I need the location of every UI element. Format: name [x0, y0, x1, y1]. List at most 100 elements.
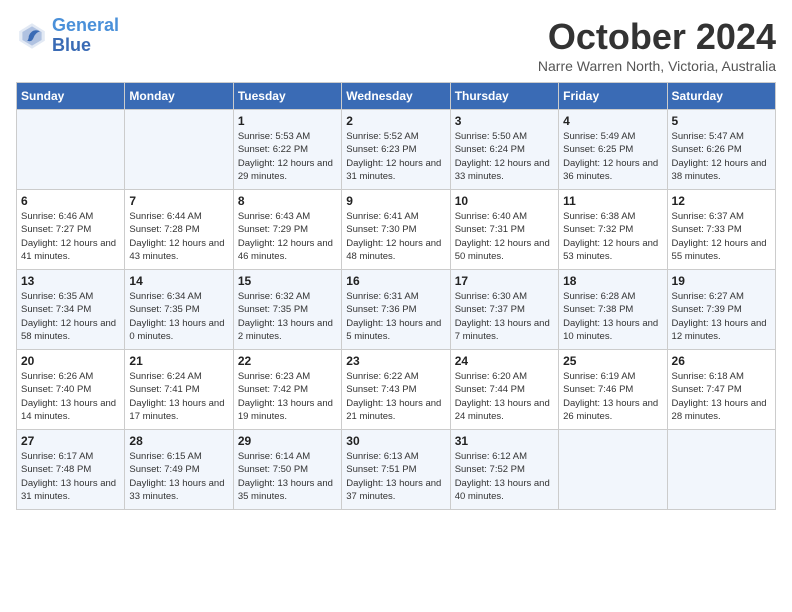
calendar-week-row: 1Sunrise: 5:53 AMSunset: 6:22 PMDaylight…	[17, 110, 776, 190]
header-row: SundayMondayTuesdayWednesdayThursdayFrid…	[17, 83, 776, 110]
day-detail: Sunrise: 5:52 AMSunset: 6:23 PMDaylight:…	[346, 130, 445, 183]
title-block: October 2024 Narre Warren North, Victori…	[538, 16, 776, 74]
day-number: 23	[346, 354, 445, 368]
day-number: 28	[129, 434, 228, 448]
day-detail: Sunrise: 6:44 AMSunset: 7:28 PMDaylight:…	[129, 210, 228, 263]
day-detail: Sunrise: 6:43 AMSunset: 7:29 PMDaylight:…	[238, 210, 337, 263]
calendar-cell: 20 Sunrise: 6:26 AMSunset: 7:40 PMDayligh…	[17, 350, 125, 430]
day-number: 18	[563, 274, 662, 288]
calendar-cell: 14 Sunrise: 6:34 AMSunset: 7:35 PMDayligh…	[125, 270, 233, 350]
day-number: 24	[455, 354, 554, 368]
calendar-cell: 16Sunrise: 6:31 AMSunset: 7:36 PMDayligh…	[342, 270, 450, 350]
header-day: Tuesday	[233, 83, 341, 110]
day-number: 27	[21, 434, 120, 448]
calendar-cell: 28 Sunrise: 6:15 AMSunset: 7:49 PMDayligh…	[125, 430, 233, 510]
day-detail: Sunrise: 6:27 AMSunset: 7:39 PMDaylight:…	[672, 290, 771, 343]
day-number: 31	[455, 434, 554, 448]
calendar-cell: 9 Sunrise: 6:41 AMSunset: 7:30 PMDaylight…	[342, 190, 450, 270]
header-day: Monday	[125, 83, 233, 110]
day-number: 11	[563, 194, 662, 208]
day-number: 25	[563, 354, 662, 368]
day-number: 7	[129, 194, 228, 208]
calendar-cell: 19 Sunrise: 6:27 AMSunset: 7:39 PMDayligh…	[667, 270, 775, 350]
day-detail: Sunrise: 6:26 AMSunset: 7:40 PMDaylight:…	[21, 370, 120, 423]
day-detail: Sunrise: 6:20 AMSunset: 7:44 PMDaylight:…	[455, 370, 554, 423]
calendar-cell: 15 Sunrise: 6:32 AMSunset: 7:35 PMDayligh…	[233, 270, 341, 350]
day-number: 8	[238, 194, 337, 208]
day-detail: Sunrise: 6:34 AMSunset: 7:35 PMDaylight:…	[129, 290, 228, 343]
day-detail: Sunrise: 5:47 AMSunset: 6:26 PMDaylight:…	[672, 130, 771, 183]
calendar-cell: 11 Sunrise: 6:38 AMSunset: 7:32 PMDayligh…	[559, 190, 667, 270]
day-detail: Sunrise: 6:40 AMSunset: 7:31 PMDaylight:…	[455, 210, 554, 263]
logo-icon	[16, 20, 48, 52]
calendar-cell: 22 Sunrise: 6:23 AMSunset: 7:42 PMDayligh…	[233, 350, 341, 430]
day-number: 13	[21, 274, 120, 288]
calendar-cell: 8 Sunrise: 6:43 AMSunset: 7:29 PMDaylight…	[233, 190, 341, 270]
header-day: Thursday	[450, 83, 558, 110]
day-number: 9	[346, 194, 445, 208]
day-number: 17	[455, 274, 554, 288]
calendar-week-row: 13 Sunrise: 6:35 AMSunset: 7:34 PMDayligh…	[17, 270, 776, 350]
day-detail: Sunrise: 6:24 AMSunset: 7:41 PMDaylight:…	[129, 370, 228, 423]
day-detail: Sunrise: 6:32 AMSunset: 7:35 PMDaylight:…	[238, 290, 337, 343]
day-detail: Sunrise: 6:35 AMSunset: 7:34 PMDaylight:…	[21, 290, 120, 343]
calendar-table: SundayMondayTuesdayWednesdayThursdayFrid…	[16, 82, 776, 510]
calendar-cell: 5 Sunrise: 5:47 AMSunset: 6:26 PMDaylight…	[667, 110, 775, 190]
calendar-cell: 13 Sunrise: 6:35 AMSunset: 7:34 PMDayligh…	[17, 270, 125, 350]
day-detail: Sunrise: 6:13 AMSunset: 7:51 PMDaylight:…	[346, 450, 445, 503]
calendar-cell: 3Sunrise: 5:50 AMSunset: 6:24 PMDaylight…	[450, 110, 558, 190]
day-detail: Sunrise: 6:17 AMSunset: 7:48 PMDaylight:…	[21, 450, 120, 503]
calendar-week-row: 20 Sunrise: 6:26 AMSunset: 7:40 PMDayligh…	[17, 350, 776, 430]
day-detail: Sunrise: 6:19 AMSunset: 7:46 PMDaylight:…	[563, 370, 662, 423]
day-number: 6	[21, 194, 120, 208]
day-number: 20	[21, 354, 120, 368]
day-detail: Sunrise: 6:46 AMSunset: 7:27 PMDaylight:…	[21, 210, 120, 263]
day-detail: Sunrise: 6:41 AMSunset: 7:30 PMDaylight:…	[346, 210, 445, 263]
day-detail: Sunrise: 6:28 AMSunset: 7:38 PMDaylight:…	[563, 290, 662, 343]
day-number: 12	[672, 194, 771, 208]
day-number: 3	[455, 114, 554, 128]
day-number: 2	[346, 114, 445, 128]
day-number: 21	[129, 354, 228, 368]
day-number: 1	[238, 114, 337, 128]
day-detail: Sunrise: 5:49 AMSunset: 6:25 PMDaylight:…	[563, 130, 662, 183]
header-day: Sunday	[17, 83, 125, 110]
day-number: 5	[672, 114, 771, 128]
calendar-cell: 27 Sunrise: 6:17 AMSunset: 7:48 PMDayligh…	[17, 430, 125, 510]
day-detail: Sunrise: 6:14 AMSunset: 7:50 PMDaylight:…	[238, 450, 337, 503]
day-detail: Sunrise: 6:30 AMSunset: 7:37 PMDaylight:…	[455, 290, 554, 343]
day-detail: Sunrise: 6:15 AMSunset: 7:49 PMDaylight:…	[129, 450, 228, 503]
calendar-cell: 29 Sunrise: 6:14 AMSunset: 7:50 PMDayligh…	[233, 430, 341, 510]
day-detail: Sunrise: 6:37 AMSunset: 7:33 PMDaylight:…	[672, 210, 771, 263]
day-number: 26	[672, 354, 771, 368]
logo: General Blue	[16, 16, 119, 56]
day-detail: Sunrise: 6:31 AMSunset: 7:36 PMDaylight:…	[346, 290, 445, 343]
day-number: 10	[455, 194, 554, 208]
calendar-cell: 10 Sunrise: 6:40 AMSunset: 7:31 PMDayligh…	[450, 190, 558, 270]
location-title: Narre Warren North, Victoria, Australia	[538, 58, 776, 74]
day-detail: Sunrise: 6:38 AMSunset: 7:32 PMDaylight:…	[563, 210, 662, 263]
day-number: 22	[238, 354, 337, 368]
day-number: 14	[129, 274, 228, 288]
calendar-cell	[125, 110, 233, 190]
calendar-cell: 1Sunrise: 5:53 AMSunset: 6:22 PMDaylight…	[233, 110, 341, 190]
day-number: 19	[672, 274, 771, 288]
header-day: Friday	[559, 83, 667, 110]
day-number: 30	[346, 434, 445, 448]
calendar-cell: 21 Sunrise: 6:24 AMSunset: 7:41 PMDayligh…	[125, 350, 233, 430]
day-number: 29	[238, 434, 337, 448]
day-detail: Sunrise: 6:23 AMSunset: 7:42 PMDaylight:…	[238, 370, 337, 423]
calendar-cell: 4Sunrise: 5:49 AMSunset: 6:25 PMDaylight…	[559, 110, 667, 190]
calendar-cell: 6 Sunrise: 6:46 AMSunset: 7:27 PMDaylight…	[17, 190, 125, 270]
logo-text: General Blue	[52, 16, 119, 56]
calendar-cell: 24 Sunrise: 6:20 AMSunset: 7:44 PMDayligh…	[450, 350, 558, 430]
calendar-cell: 12 Sunrise: 6:37 AMSunset: 7:33 PMDayligh…	[667, 190, 775, 270]
calendar-cell: 7 Sunrise: 6:44 AMSunset: 7:28 PMDaylight…	[125, 190, 233, 270]
calendar-cell: 17 Sunrise: 6:30 AMSunset: 7:37 PMDayligh…	[450, 270, 558, 350]
calendar-cell	[667, 430, 775, 510]
day-number: 15	[238, 274, 337, 288]
calendar-week-row: 27 Sunrise: 6:17 AMSunset: 7:48 PMDayligh…	[17, 430, 776, 510]
day-detail: Sunrise: 6:12 AMSunset: 7:52 PMDaylight:…	[455, 450, 554, 503]
calendar-cell: 25 Sunrise: 6:19 AMSunset: 7:46 PMDayligh…	[559, 350, 667, 430]
month-title: October 2024	[538, 16, 776, 58]
